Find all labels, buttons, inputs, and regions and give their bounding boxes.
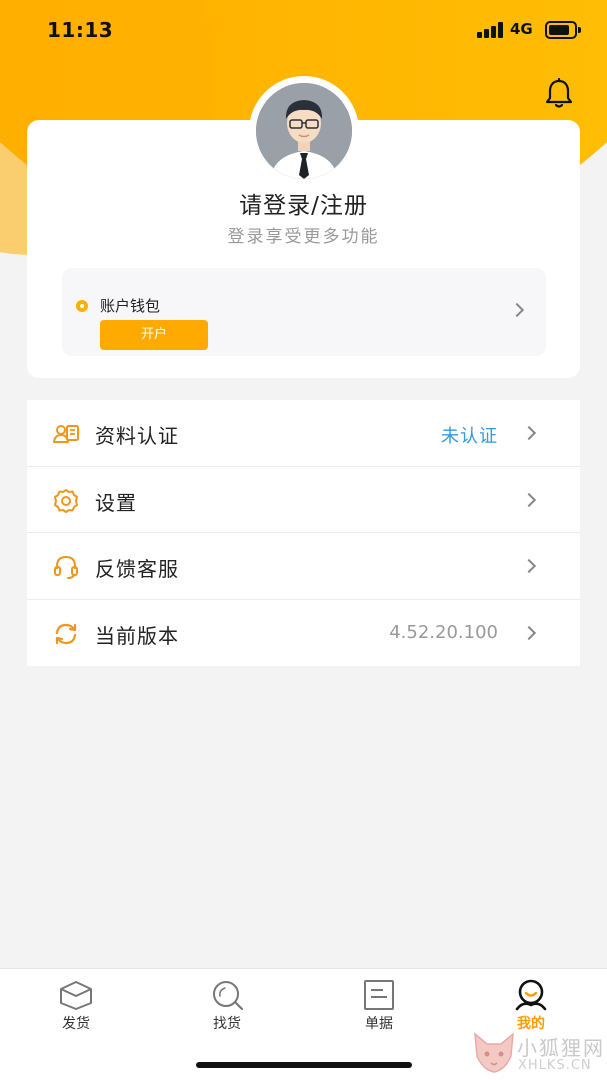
settings-menu: 资料认证 未认证 设置 反馈客服 当前版本 4.52.20.100 (27, 400, 580, 666)
chevron-right-icon (509, 302, 525, 318)
chevron-right-icon (521, 425, 537, 441)
account-wallet-card[interactable]: 账户钱包 开户 (62, 268, 546, 356)
refresh-icon (53, 621, 79, 647)
tab-label: 单据 (365, 1016, 393, 1032)
menu-label: 资料认证 (95, 424, 179, 448)
search-chat-icon (213, 981, 244, 1011)
menu-item-verification[interactable]: 资料认证 未认证 (27, 400, 580, 467)
watermark-text: 小狐狸网 (517, 1036, 605, 1060)
status-time: 11:13 (47, 18, 114, 42)
tab-find-goods[interactable]: 找货 (177, 979, 277, 1039)
open-account-button[interactable]: 开户 (100, 320, 208, 350)
avatar[interactable] (249, 76, 359, 186)
tab-label: 发货 (62, 1016, 90, 1032)
verification-status: 未认证 (441, 426, 498, 447)
id-card-icon (53, 421, 79, 447)
menu-item-feedback[interactable]: 反馈客服 (27, 533, 580, 600)
user-icon (515, 979, 547, 1011)
tab-ship[interactable]: 发货 (26, 979, 126, 1039)
status-bar: 11:13 4G (0, 0, 607, 62)
chevron-right-icon (521, 625, 537, 640)
login-subtitle: 登录享受更多功能 (227, 227, 380, 247)
wallet-dot-icon (76, 300, 88, 312)
bell-icon[interactable] (544, 77, 574, 110)
watermark: 小狐狸网 XHLKS.CN (465, 1030, 607, 1080)
headset-icon (53, 554, 79, 580)
menu-item-version[interactable]: 当前版本 4.52.20.100 (27, 600, 580, 667)
chevron-right-icon (521, 558, 537, 574)
tab-label: 找货 (213, 1016, 241, 1032)
fox-logo-icon (474, 1032, 514, 1073)
box-icon (60, 981, 92, 1010)
document-icon (364, 980, 394, 1010)
tab-documents[interactable]: 单据 (329, 979, 429, 1039)
avatar-person-icon (256, 83, 352, 179)
watermark-url: XHLKS.CN (518, 1058, 592, 1073)
menu-label: 当前版本 (95, 623, 179, 648)
battery-icon (545, 21, 581, 39)
chevron-right-icon (521, 492, 537, 507)
signal-icon (477, 22, 505, 38)
home-indicator (196, 1062, 412, 1068)
login-register-link[interactable]: 请登录/注册 (0, 186, 607, 220)
menu-label: 设置 (95, 490, 137, 515)
gear-icon (53, 488, 79, 514)
version-number: 4.52.20.100 (389, 621, 498, 643)
menu-item-settings[interactable]: 设置 (27, 467, 580, 533)
network-type: 4G (510, 20, 533, 38)
menu-label: 反馈客服 (95, 557, 179, 581)
wallet-label: 账户钱包 (100, 297, 161, 315)
